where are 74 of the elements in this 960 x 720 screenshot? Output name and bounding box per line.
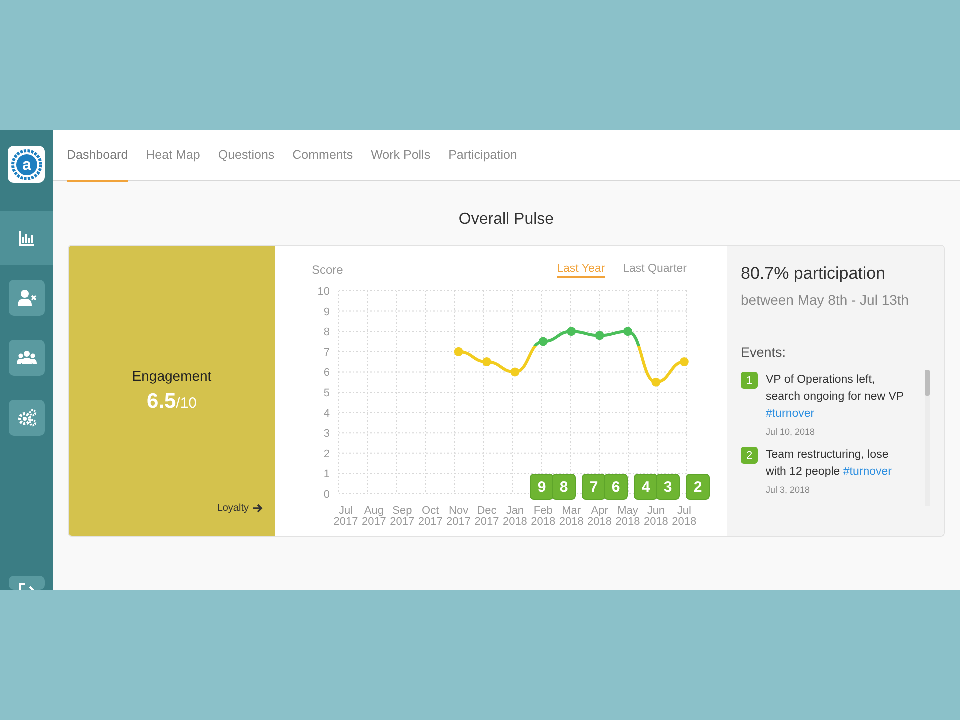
y-tick-label: 2 xyxy=(324,448,330,460)
x-tick-label: Sep 2017 xyxy=(390,505,415,528)
y-tick-label: 7 xyxy=(324,346,330,359)
event-marker[interactable]: 4 xyxy=(634,474,658,500)
event-date: Jul 10, 2018 xyxy=(766,427,816,437)
data-point xyxy=(482,358,492,367)
data-point xyxy=(624,327,632,336)
nav-tab[interactable]: Comments xyxy=(292,130,354,182)
user-remove-icon xyxy=(16,288,36,308)
date-range: between May 8th - Jul 13th xyxy=(741,292,910,308)
data-point xyxy=(454,347,464,356)
y-tick-label: 1 xyxy=(324,468,330,481)
y-tick-label: 0 xyxy=(324,489,330,501)
bar-chart-icon xyxy=(16,228,36,248)
x-tick-label: Aug 2017 xyxy=(362,505,386,528)
arrow-icon xyxy=(253,504,263,513)
y-tick-label: 3 xyxy=(324,428,330,440)
y-tick-label: 10 xyxy=(318,286,330,298)
data-point xyxy=(652,378,661,387)
nav-tab[interactable]: Participation xyxy=(448,130,518,182)
nav-tab[interactable]: Dashboard xyxy=(67,130,128,182)
event-date: Jul 3, 2018 xyxy=(766,485,812,495)
nav-tab[interactable]: Work Polls xyxy=(371,130,431,182)
logout-icon xyxy=(16,580,36,590)
logo: a xyxy=(10,148,42,180)
x-tick-label: Dec 2017 xyxy=(474,505,500,528)
x-tick-label: Jun 2018 xyxy=(644,505,668,528)
x-tick-label: Mar 2018 xyxy=(559,505,584,528)
y-tick-label: 9 xyxy=(324,306,330,318)
x-tick-label: Nov 2017 xyxy=(446,505,472,528)
event-text: Team restructuring, lose with 12 people #turnover xyxy=(766,448,893,480)
x-tick-label: Feb 2018 xyxy=(531,505,556,528)
y-tick-label: 8 xyxy=(324,326,330,339)
loyalty-link[interactable]: Loyalty xyxy=(217,503,263,514)
section-title: Overall Pulse xyxy=(458,211,554,229)
range-tab[interactable]: Last Year xyxy=(557,263,606,278)
x-tick-label: Oct 2017 xyxy=(418,505,443,528)
nav-tab[interactable]: Questions xyxy=(218,130,275,182)
data-point xyxy=(595,331,604,340)
y-tick-label: 6 xyxy=(324,367,330,380)
events-heading: Events: xyxy=(741,345,788,360)
x-tick-label: Jul 2017 xyxy=(334,505,358,528)
y-tick-label: 4 xyxy=(324,408,330,420)
event-marker[interactable]: 3 xyxy=(656,474,680,500)
logout-button[interactable] xyxy=(8,576,44,590)
score-max: /10 xyxy=(176,395,198,412)
axis-label: Score xyxy=(312,263,344,277)
participation-rate: 80.7% participation xyxy=(741,264,887,284)
data-point xyxy=(510,368,520,377)
range-tab[interactable]: Last Quarter xyxy=(623,263,687,278)
data-point xyxy=(538,337,548,346)
event-marker[interactable]: 2 xyxy=(686,474,710,500)
sidebar-item[interactable] xyxy=(0,211,53,265)
score-label: Engagement xyxy=(132,368,212,384)
event-text: VP of Operations left, search ongoing for new VP #turnover xyxy=(766,373,905,422)
x-tick-label: Jul 2018 xyxy=(672,505,697,528)
settings-icon xyxy=(16,408,36,428)
event-number: 2 xyxy=(741,447,758,464)
data-point xyxy=(680,358,689,367)
x-tick-label: May 2018 xyxy=(616,505,640,528)
scrollbar-thumb[interactable] xyxy=(925,370,930,396)
y-tick-label: 5 xyxy=(324,388,330,400)
event-marker[interactable]: 9 xyxy=(530,474,554,500)
event-number: 1 xyxy=(741,372,758,389)
score-value: 6.5 xyxy=(146,390,176,414)
event-marker[interactable]: 6 xyxy=(604,474,628,500)
data-point xyxy=(567,327,576,336)
hashtag-link[interactable]: #turnover xyxy=(766,408,815,420)
x-tick-label: Jan 2018 xyxy=(502,505,528,528)
hashtag-link[interactable]: #turnover xyxy=(843,466,892,478)
event-marker[interactable]: 8 xyxy=(552,474,576,500)
event-marker[interactable]: 7 xyxy=(582,474,606,500)
nav-tab[interactable]: Heat Map xyxy=(146,130,200,182)
x-tick-label: Apr 2018 xyxy=(588,505,612,528)
